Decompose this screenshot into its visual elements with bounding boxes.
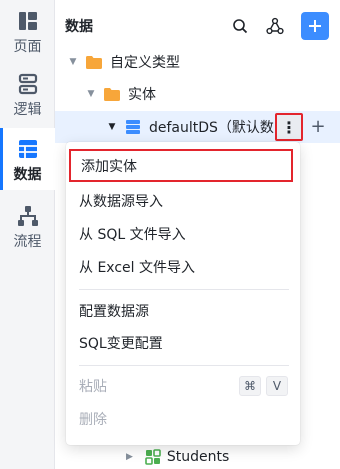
rail-item-flow[interactable]: 流程 [0, 195, 55, 255]
search-icon [233, 19, 248, 34]
logic-icon [18, 73, 37, 95]
menu-item-import-excel[interactable]: 从 Excel 文件导入 [66, 251, 300, 283]
menu-label: 从 Excel 文件导入 [79, 260, 195, 276]
tree-label: 实体 [128, 87, 156, 103]
menu-item-add-entity[interactable]: 添加实体 [69, 149, 293, 182]
menu-divider [79, 289, 289, 290]
plus-icon: + [310, 115, 326, 137]
tree-label: 自定义类型 [110, 55, 180, 71]
command-key-icon: ⌘ [239, 376, 261, 396]
page-icon [18, 12, 37, 30]
menu-item-paste[interactable]: 粘贴 ⌘ V [66, 370, 300, 402]
rail-label-flow: 流程 [13, 234, 42, 250]
caret-down-icon[interactable]: ▼ [86, 89, 96, 99]
entity-icon [145, 449, 161, 465]
relation-graph-icon [266, 17, 284, 35]
er-diagram-button[interactable] [261, 12, 289, 40]
menu-item-delete[interactable]: 删除 [66, 403, 300, 435]
menu-label: 配置数据源 [79, 304, 149, 320]
menu-label: 从 SQL 文件导入 [79, 227, 186, 243]
rail-label-data: 数据 [13, 167, 42, 183]
search-button[interactable] [226, 12, 254, 40]
tree-node-datasource[interactable]: ▼ defaultDS（默认数 ⋮ + [55, 111, 340, 143]
menu-label: 粘贴 [79, 379, 107, 395]
more-options-button[interactable]: ⋮ [275, 113, 303, 141]
tree-node-custom-types[interactable]: ▼ 自定义类型 [55, 46, 340, 78]
caret-right-icon[interactable]: ▶ [126, 452, 133, 462]
tree-node-students[interactable]: ▶ Students [126, 444, 229, 469]
plus-icon [309, 20, 321, 32]
rail-item-logic[interactable]: 逻辑 [0, 63, 55, 123]
add-entity-plus-button[interactable]: + [308, 115, 328, 137]
caret-down-icon[interactable]: ▼ [107, 122, 117, 132]
flow-icon [17, 206, 38, 226]
rail-item-page[interactable]: 页面 [0, 0, 55, 60]
tree-label: Students [166, 449, 230, 465]
menu-item-sql-change-config[interactable]: SQL变更配置 [66, 327, 300, 359]
menu-item-import-sql[interactable]: 从 SQL 文件导入 [66, 218, 300, 250]
rail-label-logic: 逻辑 [13, 102, 42, 118]
menu-label: 删除 [79, 412, 107, 428]
menu-label: SQL变更配置 [79, 336, 163, 352]
menu-divider [79, 365, 289, 366]
tree-node-entities[interactable]: ▼ 实体 [55, 78, 340, 110]
rail-label-page: 页面 [13, 39, 42, 55]
add-button[interactable] [301, 12, 329, 40]
menu-item-config-datasource[interactable]: 配置数据源 [66, 295, 300, 327]
left-nav-rail: 页面 逻辑 数据 流程 [0, 0, 55, 469]
panel-title: 数据 [65, 19, 93, 35]
context-menu: 添加实体 从数据源导入 从 SQL 文件导入 从 Excel 文件导入 配置数据… [66, 142, 300, 445]
menu-label: 添加实体 [81, 158, 137, 175]
rail-item-data[interactable]: 数据 [0, 128, 55, 190]
data-icon [18, 140, 37, 158]
shortcut-key: V [266, 376, 288, 396]
folder-icon [86, 55, 102, 69]
menu-label: 从数据源导入 [79, 194, 163, 210]
kebab-icon: ⋮ [281, 117, 297, 137]
folder-icon [104, 87, 120, 101]
datasource-icon [126, 120, 140, 134]
caret-down-icon[interactable]: ▼ [68, 57, 78, 67]
tree-label: defaultDS（默认数 [149, 120, 274, 136]
menu-item-import-datasource[interactable]: 从数据源导入 [66, 185, 300, 217]
